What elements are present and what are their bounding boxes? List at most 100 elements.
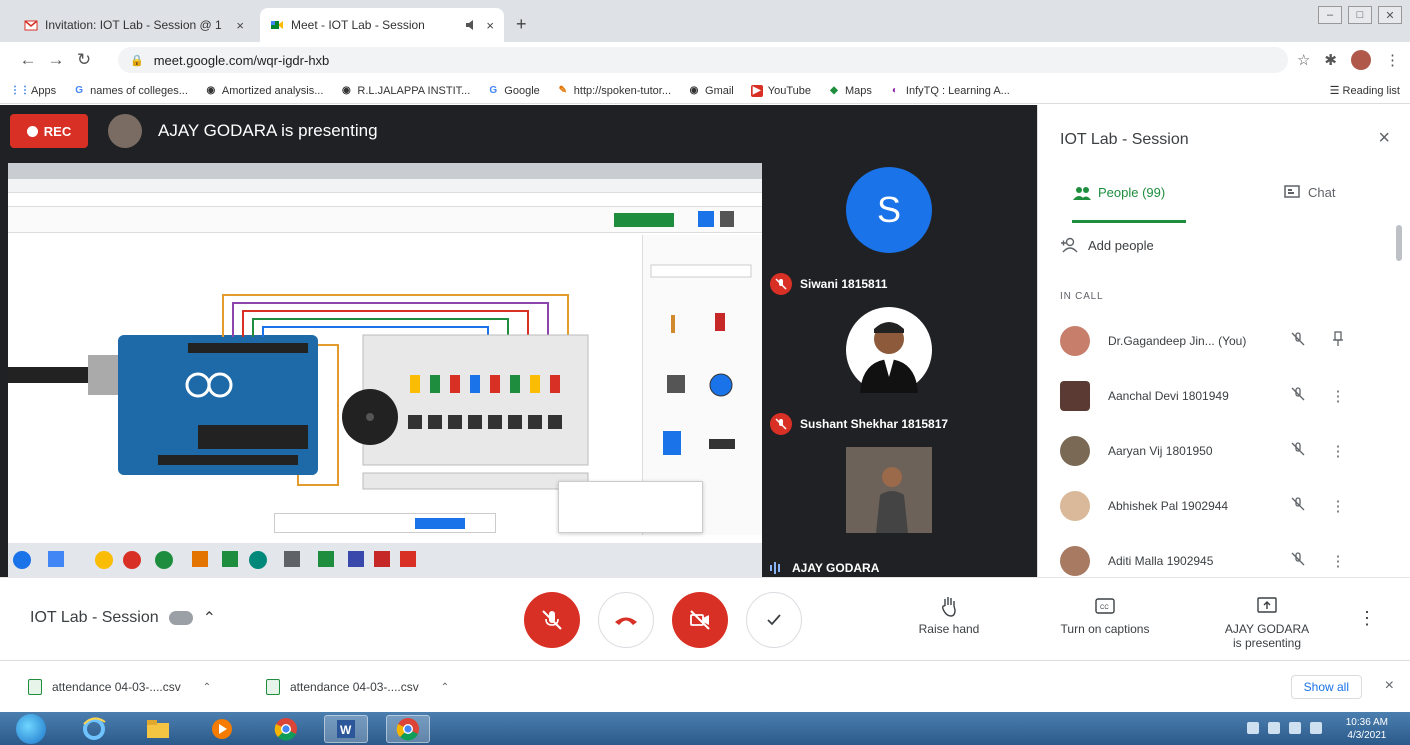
presenting-button[interactable]: AJAY GODARA is presenting	[1212, 594, 1322, 650]
start-button[interactable]	[16, 714, 46, 744]
mic-off-icon[interactable]	[1278, 441, 1318, 460]
profile-avatar[interactable]	[1351, 50, 1371, 70]
tab-meet[interactable]: Meet - IOT Lab - Session ×	[260, 8, 504, 42]
more-options-icon[interactable]: ⋮	[1318, 497, 1358, 515]
more-options-icon[interactable]: ⋮	[1318, 552, 1358, 570]
bookmark-item[interactable]: ◉ Gmail	[688, 85, 734, 97]
maximize-icon[interactable]: □	[1348, 6, 1372, 24]
bookmark-star-icon[interactable]: ☆	[1297, 51, 1310, 69]
screen-root: Invitation: IOT Lab - Session @ 1 × Meet…	[0, 0, 1410, 745]
attendance-check-button[interactable]	[746, 592, 802, 648]
csv-file-icon	[266, 679, 280, 695]
bookmark-item[interactable]: ◆ Maps	[828, 85, 872, 97]
more-options-icon[interactable]: ⋮	[1318, 387, 1358, 405]
network-icon[interactable]	[1289, 722, 1301, 734]
window-close-icon[interactable]: ✕	[1378, 6, 1402, 24]
bookmark-item[interactable]: G Google	[487, 85, 539, 97]
leave-call-button[interactable]	[598, 592, 654, 648]
address-bar[interactable]: 🔒 meet.google.com/wqr-igdr-hxb	[118, 47, 1288, 73]
volume-icon[interactable]	[1310, 722, 1322, 734]
bookmark-item[interactable]: Gnames of colleges...	[73, 85, 188, 97]
pin-icon[interactable]	[1318, 330, 1358, 351]
more-options-icon[interactable]: ⋮	[1318, 442, 1358, 460]
tab-chat[interactable]: Chat	[1284, 185, 1335, 223]
participant-avatar	[1060, 545, 1090, 576]
more-options-icon[interactable]: ⋮	[1358, 608, 1376, 629]
chrome-icon[interactable]	[264, 715, 308, 743]
tab-close-icon[interactable]: ×	[486, 18, 494, 33]
panel-close-icon[interactable]: ×	[1378, 127, 1390, 150]
shared-screen[interactable]	[8, 163, 762, 577]
extensions-icon[interactable]: ✱	[1324, 51, 1337, 69]
reload-icon[interactable]: ↻	[70, 50, 98, 70]
participant-avatar	[846, 307, 932, 393]
meeting-details[interactable]: IOT Lab - Session ⌃	[30, 608, 216, 628]
file-explorer-icon[interactable]	[136, 715, 180, 743]
raise-hand-button[interactable]: Raise hand	[894, 594, 1004, 636]
internet-explorer-icon[interactable]	[72, 715, 116, 743]
reading-list[interactable]: ☰ Reading list	[1330, 84, 1400, 97]
speaker-icon[interactable]	[464, 18, 478, 32]
tab-close-icon[interactable]: ×	[236, 18, 244, 33]
participant-avatar	[1060, 435, 1090, 466]
url-text: meet.google.com/wqr-igdr-hxb	[153, 52, 330, 68]
flag-icon[interactable]	[1268, 722, 1280, 734]
participant-avatar	[846, 447, 932, 533]
word-icon[interactable]: W	[324, 715, 368, 743]
mic-off-icon[interactable]	[1278, 386, 1318, 405]
list-item[interactable]: Abhishek Pal 1902944 ⋮	[1038, 478, 1398, 533]
show-all-downloads-button[interactable]: Show all	[1290, 675, 1362, 699]
media-player-icon[interactable]	[200, 715, 244, 743]
bookmark-apps[interactable]: ⋮⋮ Apps	[10, 85, 56, 97]
tray-arrow-icon[interactable]	[1247, 722, 1259, 734]
participant-tile[interactable]: Sushant Shekhar 1815817	[762, 303, 1037, 441]
tab-gmail-invitation[interactable]: Invitation: IOT Lab - Session @ 1 ×	[14, 8, 254, 42]
chrome-icon[interactable]	[386, 715, 430, 743]
bookmark-item[interactable]: ✎ http://spoken-tutor...	[557, 85, 671, 97]
list-item[interactable]: Aaryan Vij 1801950 ⋮	[1038, 423, 1398, 478]
svg-text:CC: CC	[1100, 605, 1109, 611]
meet-icon	[271, 21, 283, 29]
download-item[interactable]: attendance 04-03-....csv ⌃	[28, 675, 211, 699]
bookmark-item[interactable]: ◐ InfyTQ : Learning A...	[889, 85, 1010, 97]
list-item[interactable]: Dr.Gagandeep Jin... (You)	[1038, 313, 1398, 368]
chrome-menu-icon[interactable]: ⋮	[1385, 51, 1400, 69]
download-item[interactable]: attendance 04-03-....csv ⌃	[266, 675, 449, 699]
bookmark-item[interactable]: ◉ R.L.JALAPPA INSTIT...	[340, 85, 470, 97]
minimize-icon[interactable]: –	[1318, 6, 1342, 24]
participant-tile[interactable]: S Siwani 1815811	[762, 163, 1037, 301]
hang-up-icon	[615, 617, 637, 625]
system-tray	[1247, 722, 1322, 734]
back-icon[interactable]: ←	[14, 50, 42, 70]
windows-taskbar: W 10:36 AM 4/3/2021	[0, 712, 1410, 745]
google-icon: G	[75, 85, 83, 96]
people-panel: IOT Lab - Session × People (99) Chat Add…	[1037, 105, 1410, 577]
camera-toggle-button[interactable]	[672, 592, 728, 648]
tab-people[interactable]: People (99)	[1072, 185, 1186, 223]
bookmark-item[interactable]: ◉ Amortized analysis...	[205, 85, 324, 97]
add-people-button[interactable]: Add people	[1060, 237, 1154, 253]
mic-off-icon[interactable]	[1278, 551, 1318, 570]
chevron-up-icon[interactable]: ⌃	[203, 682, 211, 693]
mic-off-icon[interactable]	[1278, 496, 1318, 515]
mic-off-icon	[770, 413, 792, 435]
taskbar-clock[interactable]: 10:36 AM 4/3/2021	[1346, 716, 1388, 742]
new-tab-button[interactable]: +	[516, 14, 527, 35]
list-item[interactable]: Aanchal Devi 1801949 ⋮	[1038, 368, 1398, 423]
mic-off-icon	[770, 273, 792, 295]
captions-button[interactable]: CC Turn on captions	[1050, 594, 1160, 636]
shared-taskbar-icons	[13, 551, 416, 569]
mic-off-icon[interactable]	[1278, 331, 1318, 350]
forward-icon[interactable]: →	[42, 50, 70, 70]
record-dot-icon	[26, 125, 38, 137]
participant-tile[interactable]: AJAY GODARA	[762, 443, 1037, 581]
presenter-avatar	[108, 114, 142, 148]
microphone-toggle-button[interactable]	[524, 592, 580, 648]
chevron-up-icon[interactable]: ⌃	[203, 608, 216, 628]
downloads-close-icon[interactable]: ×	[1385, 677, 1394, 695]
circuit-canvas	[8, 235, 638, 535]
participant-avatar: S	[846, 167, 932, 253]
panel-scrollbar[interactable]	[1396, 225, 1402, 261]
chevron-up-icon[interactable]: ⌃	[441, 682, 449, 693]
bookmark-item[interactable]: ▶ YouTube	[750, 84, 811, 97]
